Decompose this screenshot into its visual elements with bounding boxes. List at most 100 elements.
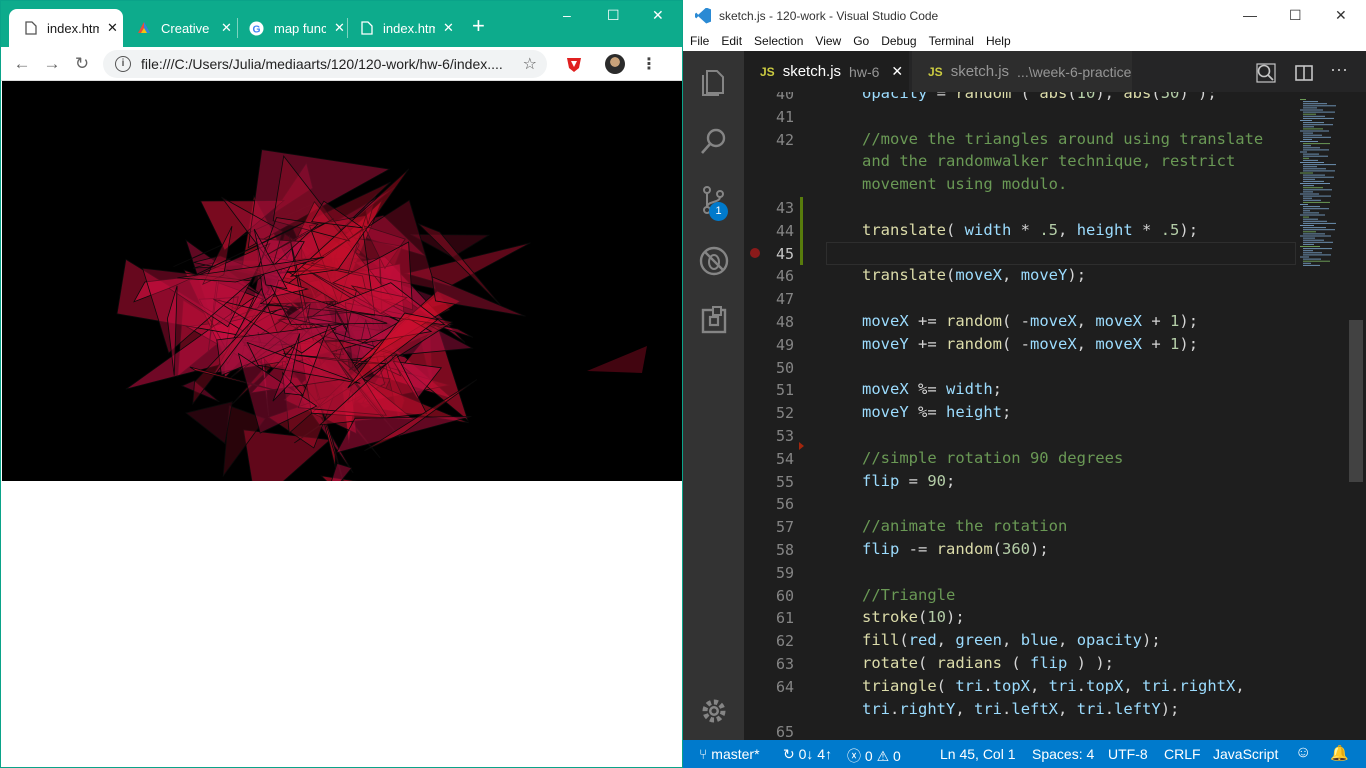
- code-line[interactable]: translate( width * .5, height * .5);: [862, 221, 1198, 239]
- tab-close-icon[interactable]: ✕: [443, 20, 454, 36]
- tab-close-icon[interactable]: ✕: [221, 20, 232, 36]
- sync-status[interactable]: ↻ 0↓ 4↑: [783, 746, 832, 763]
- url-text: file:///C:/Users/Julia/mediaarts/120/120…: [141, 55, 503, 72]
- notifications-bell-icon[interactable]: 🔔: [1330, 744, 1349, 762]
- code-line[interactable]: //move the triangles around using transl…: [862, 130, 1263, 148]
- menu-view[interactable]: View: [815, 34, 841, 48]
- tab-separator: [237, 18, 238, 38]
- browser-tab-strip: index.htm ✕ Creative ✕ G map func ✕ inde…: [1, 1, 682, 47]
- bookmark-star-icon[interactable]: ☆: [523, 54, 537, 74]
- line-number: 46: [775, 267, 794, 286]
- tab-close-icon[interactable]: ✕: [334, 20, 345, 36]
- line-number: 60: [775, 586, 794, 605]
- scrollbar-thumb[interactable]: [1349, 320, 1363, 482]
- explorer-files-icon[interactable]: [698, 65, 730, 97]
- end-of-line[interactable]: CRLF: [1164, 746, 1201, 762]
- minimap-line: [1303, 153, 1319, 155]
- breakpoint-icon[interactable]: [750, 248, 760, 258]
- browser-tab-index[interactable]: index.htm ✕: [353, 9, 465, 47]
- minimap-line: [1300, 162, 1324, 163]
- feedback-smiley-icon[interactable]: ☺: [1295, 744, 1311, 762]
- debug-no-bug-icon[interactable]: [698, 245, 730, 277]
- code-line[interactable]: movement using modulo.: [862, 175, 1067, 193]
- minimize-button[interactable]: –: [563, 7, 571, 23]
- more-actions-icon[interactable]: ···: [1330, 59, 1348, 80]
- code-line[interactable]: //animate the rotation: [862, 517, 1067, 535]
- problems-status[interactable]: ⓧ 0 ⚠ 0: [847, 746, 901, 766]
- info-icon[interactable]: i: [115, 55, 131, 72]
- split-editor-icon[interactable]: [1294, 63, 1314, 83]
- tab-sketch-hw6[interactable]: JS sketch.js hw-6 ✕: [744, 51, 909, 92]
- triangle-shape: [335, 416, 472, 454]
- cursor-position[interactable]: Ln 45, Col 1: [940, 746, 1016, 762]
- minimap-line: [1300, 225, 1314, 226]
- address-bar[interactable]: i file:///C:/Users/Julia/mediaarts/120/1…: [103, 49, 547, 78]
- minimap-line: [1300, 193, 1319, 195]
- language-mode[interactable]: JavaScript: [1213, 746, 1278, 762]
- code-line[interactable]: opacity = random ( abs(10), abs(50) );: [862, 92, 1217, 102]
- code-line[interactable]: triangle( tri.topX, tri.topX, tri.rightX…: [862, 677, 1245, 695]
- minimap-line: [1300, 120, 1312, 121]
- code-line[interactable]: //simple rotation 90 degrees: [862, 449, 1123, 467]
- code-line[interactable]: moveX %= width;: [862, 380, 1002, 398]
- code-line[interactable]: flip -= random(360);: [862, 540, 1049, 558]
- minimap-line: [1303, 189, 1332, 191]
- code-line[interactable]: moveY %= height;: [862, 403, 1011, 421]
- code-editor[interactable]: 40 41 42 43 44 45 46 47 48 49 50 51 52 53 54 55 56 57 58 59…: [744, 92, 1366, 740]
- code-line[interactable]: //Triangle: [862, 586, 955, 604]
- settings-gear-icon[interactable]: [698, 695, 730, 727]
- line-number: 63: [775, 655, 794, 673]
- avatar[interactable]: [605, 53, 625, 74]
- reload-icon[interactable]: ↻: [67, 54, 97, 74]
- maximize-button[interactable]: ☐: [1289, 7, 1302, 24]
- code-line[interactable]: moveX += random( -moveX, moveX + 1);: [862, 312, 1198, 330]
- code-line[interactable]: stroke(10);: [862, 608, 965, 626]
- menu-selection[interactable]: Selection: [754, 34, 803, 48]
- tab-sketch-week6[interactable]: JS sketch.js ...\week-6-practice: [912, 51, 1132, 92]
- menu-help[interactable]: Help: [986, 34, 1011, 48]
- browser-tab-creative[interactable]: Creative ✕: [129, 9, 239, 47]
- code-line[interactable]: and the randomwalker technique, restrict: [862, 152, 1235, 170]
- code-line[interactable]: fill(red, green, blue, opacity);: [862, 631, 1161, 649]
- code-line[interactable]: flip = 90;: [862, 472, 955, 490]
- git-branch[interactable]: ⑂ master*: [699, 746, 760, 762]
- code-line[interactable]: rotate( radians ( flip ) );: [862, 654, 1114, 672]
- close-button[interactable]: ✕: [1335, 7, 1347, 24]
- line-number: 41: [775, 107, 794, 126]
- menu-kebab-icon[interactable]: ⋮: [641, 54, 657, 74]
- minimap-line: [1300, 99, 1306, 100]
- back-arrow-icon[interactable]: ←: [7, 54, 37, 74]
- minimap-line: [1303, 122, 1324, 124]
- minimap-line: [1303, 254, 1331, 256]
- extensions-icon[interactable]: [698, 305, 730, 337]
- minimize-button[interactable]: —: [1243, 7, 1257, 23]
- open-changes-icon[interactable]: [1256, 63, 1276, 83]
- indentation[interactable]: Spaces: 4: [1032, 746, 1094, 762]
- branch-icon: ⑂: [699, 746, 712, 762]
- browser-tab-google[interactable]: G map func ✕: [241, 9, 347, 47]
- menu-terminal[interactable]: Terminal: [929, 34, 974, 48]
- code-line[interactable]: moveY += random( -moveX, moveX + 1);: [862, 335, 1198, 353]
- maximize-button[interactable]: ☐: [607, 7, 620, 24]
- tab-close-icon[interactable]: ✕: [891, 63, 903, 80]
- new-tab-button[interactable]: +: [472, 13, 485, 39]
- menu-go[interactable]: Go: [853, 34, 869, 48]
- code-line[interactable]: tri.rightY, tri.leftX, tri.leftY);: [862, 700, 1179, 718]
- menu-edit[interactable]: Edit: [721, 34, 742, 48]
- browser-tab-index-active[interactable]: index.htm ✕: [9, 9, 123, 47]
- warning-count: 0: [893, 748, 901, 764]
- forward-arrow-icon[interactable]: →: [37, 54, 67, 74]
- google-icon: G: [249, 20, 264, 36]
- minimap-line: [1303, 138, 1312, 140]
- minimap-line: [1303, 227, 1326, 229]
- code-line[interactable]: translate(moveX, moveY);: [862, 266, 1086, 284]
- close-button[interactable]: ✕: [652, 7, 664, 24]
- extension-shield-icon[interactable]: [565, 55, 583, 73]
- encoding[interactable]: UTF-8: [1108, 746, 1148, 762]
- triangle-shape: [320, 475, 359, 481]
- tab-close-icon[interactable]: ✕: [107, 20, 118, 36]
- browser-window: index.htm ✕ Creative ✕ G map func ✕ inde…: [0, 0, 683, 768]
- menu-file[interactable]: File: [690, 34, 709, 48]
- search-icon[interactable]: [698, 125, 730, 157]
- menu-debug[interactable]: Debug: [881, 34, 916, 48]
